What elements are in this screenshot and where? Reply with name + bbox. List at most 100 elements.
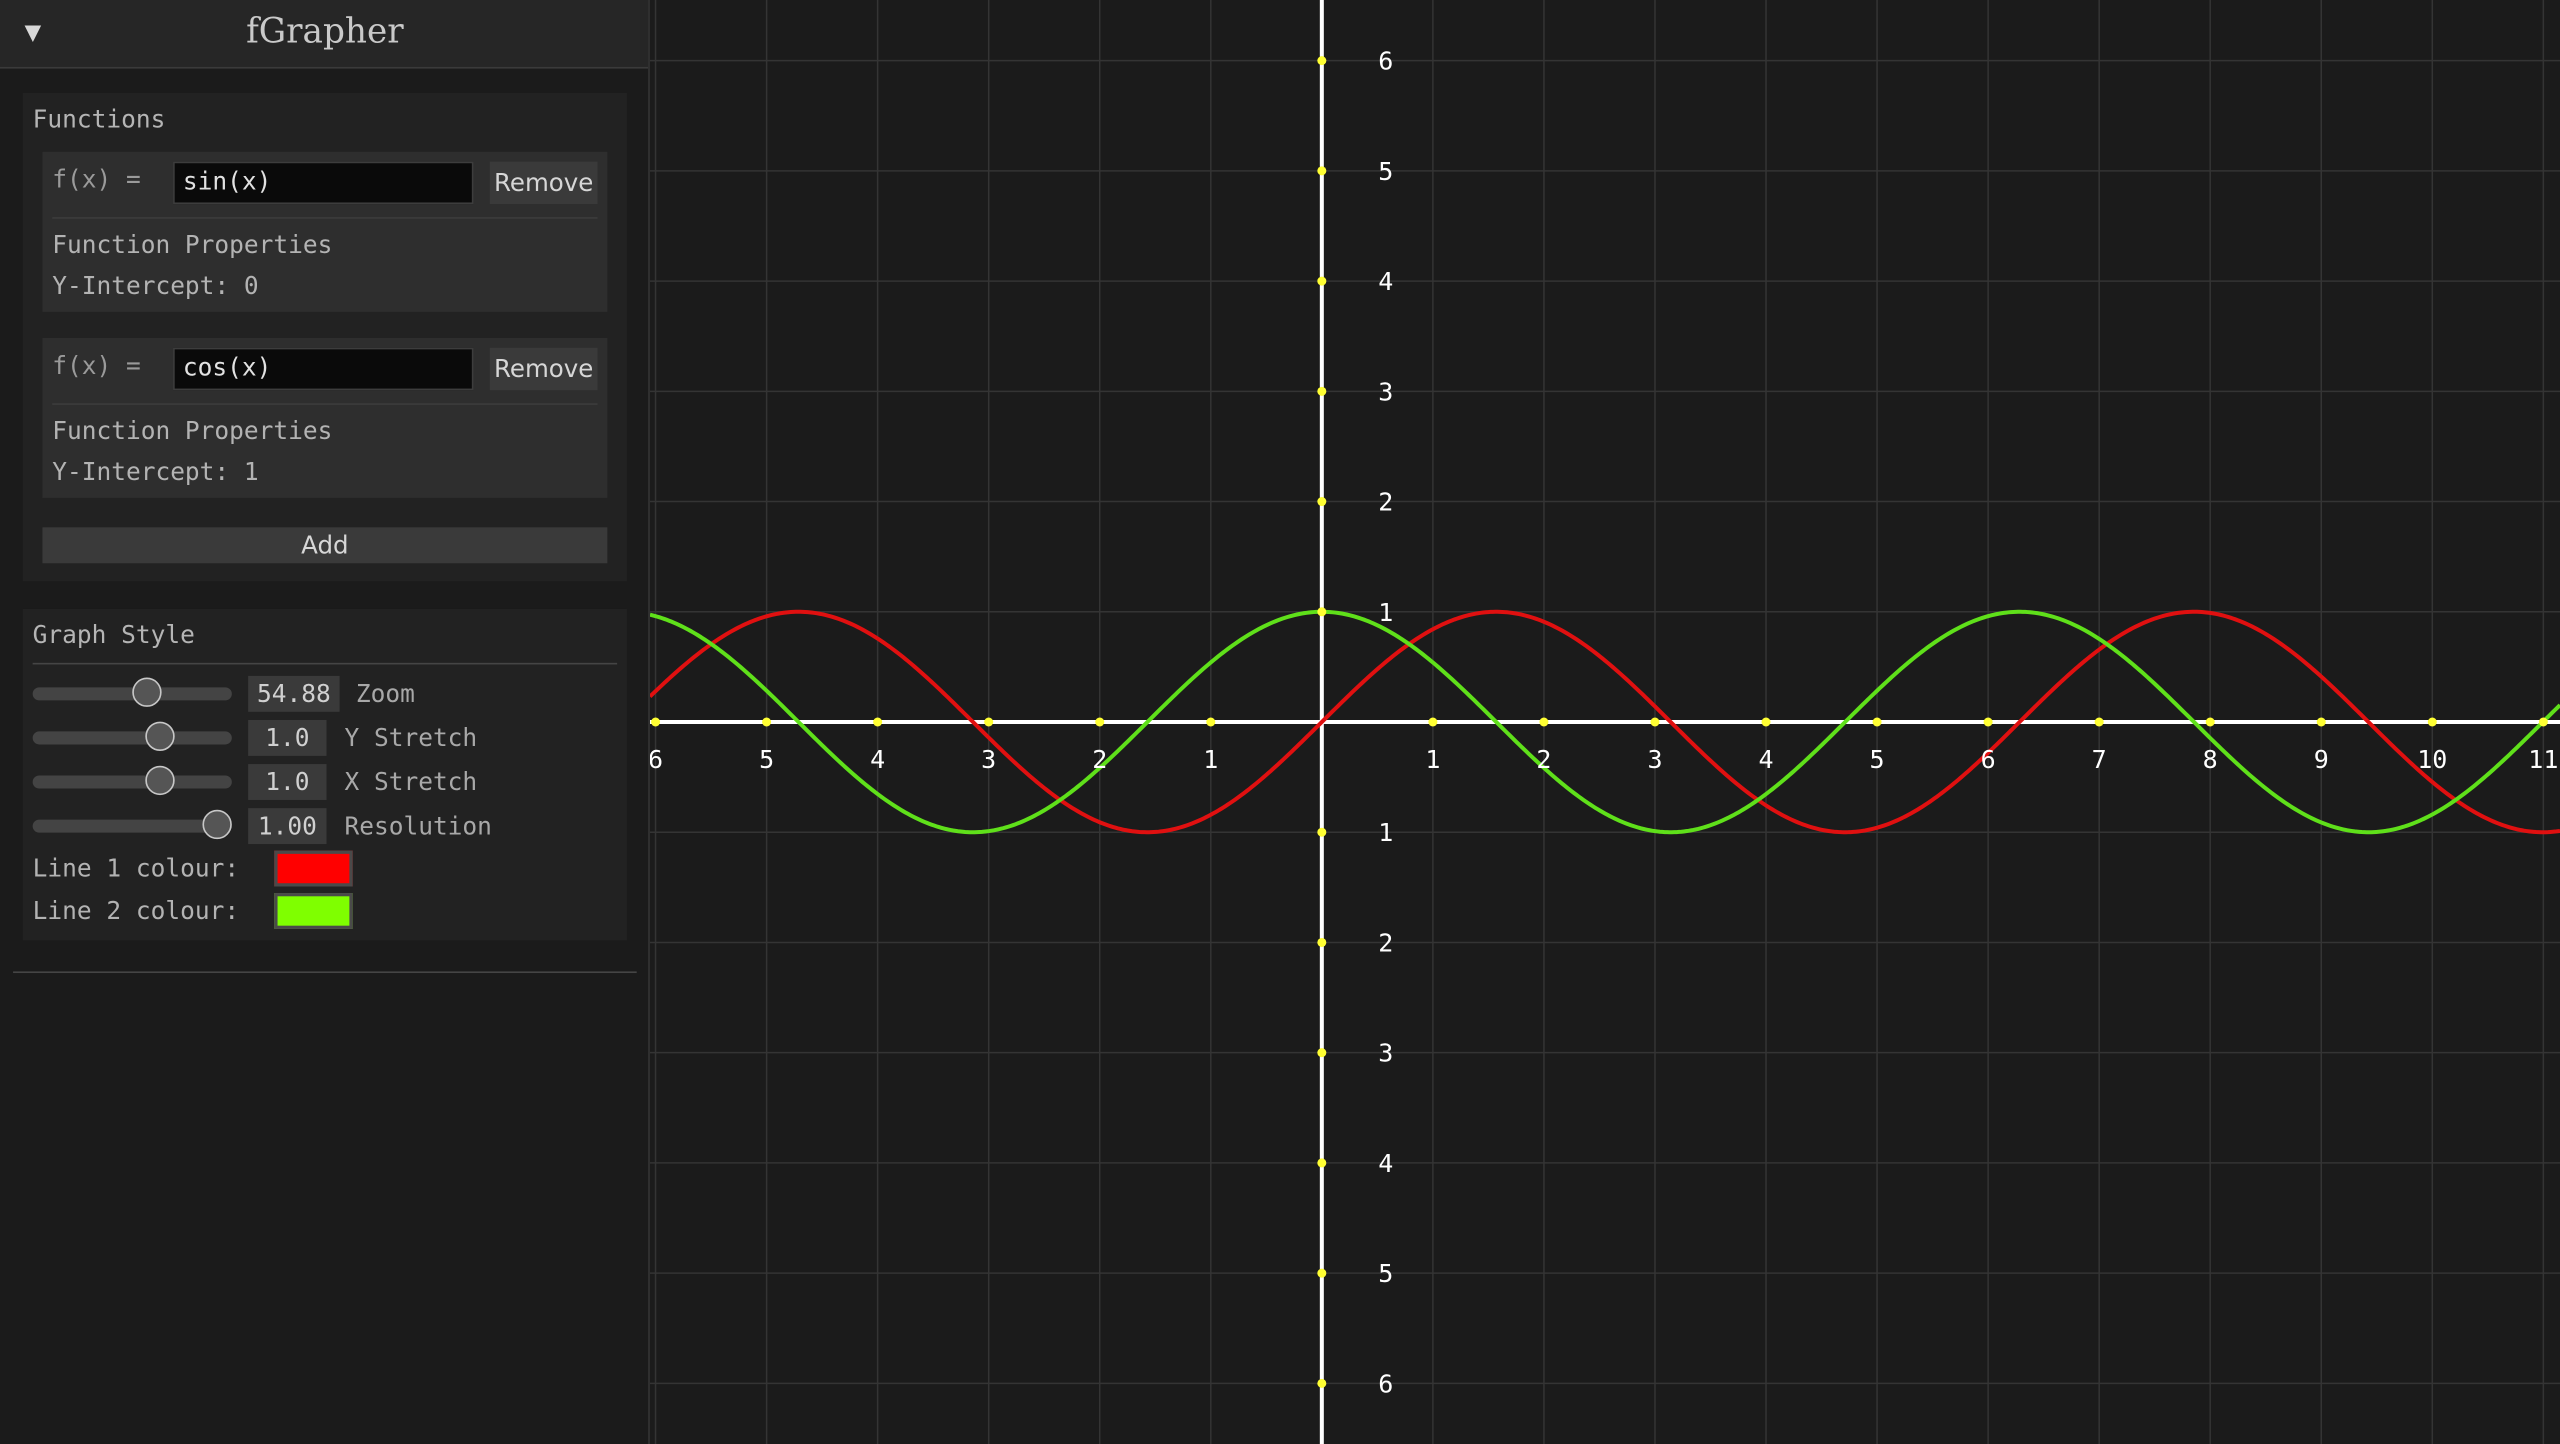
- resolution-slider-knob[interactable]: [203, 809, 233, 840]
- x-tick-dot: [1761, 717, 1771, 727]
- y-tick-label: 6: [1378, 1369, 1393, 1398]
- x-tick-label: 6: [1981, 745, 1996, 774]
- y-intercept-value: Y-Intercept: 1: [52, 457, 259, 487]
- x-tick-dot: [2205, 717, 2215, 727]
- function-input-2[interactable]: cos(x): [173, 347, 474, 391]
- line-1-colour-label: Line 1 colour:: [32, 853, 240, 884]
- title-bar[interactable]: ▼ fGrapher: [0, 0, 648, 69]
- x-tick-label: 4: [870, 745, 885, 774]
- x-stretch-slider-knob[interactable]: [145, 765, 175, 796]
- y-stretch-label: Y Stretch: [344, 723, 478, 753]
- x-tick-label: 5: [759, 745, 774, 774]
- y-tick-dot: [1317, 166, 1327, 176]
- x-tick-label: 5: [1870, 745, 1885, 774]
- x-stretch-label: X Stretch: [344, 767, 478, 797]
- graph-svg[interactable]: 6 5 4 3 2 1 1 2 3 4 5 6 7 8 9 10 11654321123456: [650, 0, 2560, 1444]
- x-tick-label: 3: [1647, 745, 1662, 774]
- section-divider: [32, 662, 618, 665]
- y-tick-label: 4: [1378, 267, 1393, 296]
- y-tick-label: 4: [1378, 1149, 1393, 1178]
- line-2-colour-label: Line 2 colour:: [32, 896, 240, 926]
- y-tick-dot: [1317, 827, 1327, 837]
- fx-label: f(x) =: [52, 351, 141, 381]
- y-tick-dot: [1317, 607, 1327, 617]
- y-tick-dot: [1317, 56, 1327, 66]
- y-tick-label: 1: [1378, 818, 1393, 847]
- y-tick-dot: [1317, 937, 1327, 947]
- y-tick-dot: [1317, 1048, 1327, 1058]
- line-2-colour-swatch[interactable]: [274, 893, 353, 929]
- functions-title: Functions: [32, 104, 166, 134]
- x-tick-dot: [984, 717, 994, 727]
- y-tick-label: 6: [1378, 47, 1393, 76]
- fx-label: f(x) =: [52, 164, 141, 195]
- add-function-button[interactable]: Add: [42, 527, 608, 564]
- function-card-2: f(x) = cos(x) Remove Function Properties…: [42, 337, 608, 498]
- x-tick-dot: [1095, 717, 1105, 727]
- y-tick-dot: [1317, 1158, 1327, 1168]
- x-stretch-value[interactable]: 1.0: [248, 764, 327, 800]
- x-tick-label: 9: [2314, 745, 2329, 774]
- app-title: fGrapher: [246, 11, 404, 51]
- y-tick-dot: [1317, 497, 1327, 507]
- x-tick-dot: [1206, 717, 1216, 727]
- functions-section: Functions f(x) = sin(x) Remove Function …: [22, 93, 627, 582]
- graph-style-title: Graph Style: [32, 620, 195, 650]
- x-tick-label: 1: [1425, 745, 1440, 774]
- x-tick-dot: [2316, 717, 2326, 727]
- control-panel: ▼ fGrapher Functions f(x) = sin(x) Remov…: [0, 0, 650, 1444]
- x-tick-label: 2: [1536, 745, 1551, 774]
- resolution-value[interactable]: 1.00: [248, 808, 327, 845]
- y-stretch-slider[interactable]: [32, 721, 232, 751]
- graph-style-section: Graph Style 54.88 Zoom 1.0 Y Stretch 1.0…: [22, 608, 627, 941]
- y-tick-dot: [1317, 276, 1327, 286]
- graph-canvas[interactable]: 6 5 4 3 2 1 1 2 3 4 5 6 7 8 9 10 11 6 5 4 3 2 1 1 2 3 4 5 6: [650, 0, 2560, 1444]
- y-tick-label: 3: [1378, 377, 1393, 406]
- y-tick-label: 5: [1378, 157, 1393, 186]
- x-tick-dot: [2427, 717, 2437, 727]
- x-tick-dot: [1872, 717, 1882, 727]
- x-tick-dot: [2538, 717, 2548, 727]
- x-tick-dot: [1539, 717, 1549, 727]
- x-tick-dot: [1983, 717, 1993, 727]
- x-stretch-slider[interactable]: [32, 765, 232, 796]
- function-input-1[interactable]: sin(x): [173, 161, 474, 205]
- y-stretch-slider-knob[interactable]: [145, 721, 175, 751]
- y-tick-dot: [1317, 386, 1327, 396]
- x-tick-label: 1: [1203, 745, 1218, 774]
- x-tick-label: 7: [2092, 745, 2107, 774]
- x-tick-dot: [1428, 717, 1438, 727]
- x-tick-label: 2: [1092, 745, 1107, 774]
- x-tick-label: 11: [2528, 745, 2558, 774]
- zoom-value[interactable]: 54.88: [248, 675, 340, 712]
- panel-divider: [13, 971, 637, 974]
- x-tick-label: 4: [1758, 745, 1773, 774]
- y-tick-label: 2: [1378, 488, 1393, 517]
- x-tick-dot: [651, 717, 661, 727]
- x-tick-label: 6: [650, 745, 663, 774]
- function-properties-title: Function Properties: [52, 230, 333, 260]
- remove-function-1-button[interactable]: Remove: [489, 161, 598, 205]
- y-tick-label: 2: [1378, 928, 1393, 957]
- line-1-colour-swatch[interactable]: [274, 850, 353, 887]
- x-tick-dot: [2094, 717, 2104, 727]
- x-tick-dot: [762, 717, 772, 727]
- x-tick-dot: [873, 717, 883, 727]
- y-tick-label: 1: [1378, 598, 1393, 627]
- y-tick-dot: [1317, 1378, 1327, 1388]
- resolution-label: Resolution: [344, 811, 492, 841]
- y-tick-label: 5: [1378, 1259, 1393, 1288]
- y-intercept-value: Y-Intercept: 0: [52, 271, 259, 301]
- zoom-label: Zoom: [355, 679, 415, 709]
- card-divider: [52, 403, 598, 405]
- function-card-1: f(x) = sin(x) Remove Function Properties…: [42, 151, 608, 312]
- card-divider: [52, 217, 598, 219]
- x-tick-label: 10: [2417, 745, 2447, 774]
- x-tick-label: 3: [981, 745, 996, 774]
- function-properties-title: Function Properties: [52, 416, 333, 446]
- zoom-slider-knob[interactable]: [131, 677, 161, 707]
- remove-function-2-button[interactable]: Remove: [489, 347, 598, 391]
- resolution-slider[interactable]: [32, 809, 233, 840]
- y-stretch-value[interactable]: 1.0: [248, 719, 327, 756]
- zoom-slider[interactable]: [32, 677, 232, 707]
